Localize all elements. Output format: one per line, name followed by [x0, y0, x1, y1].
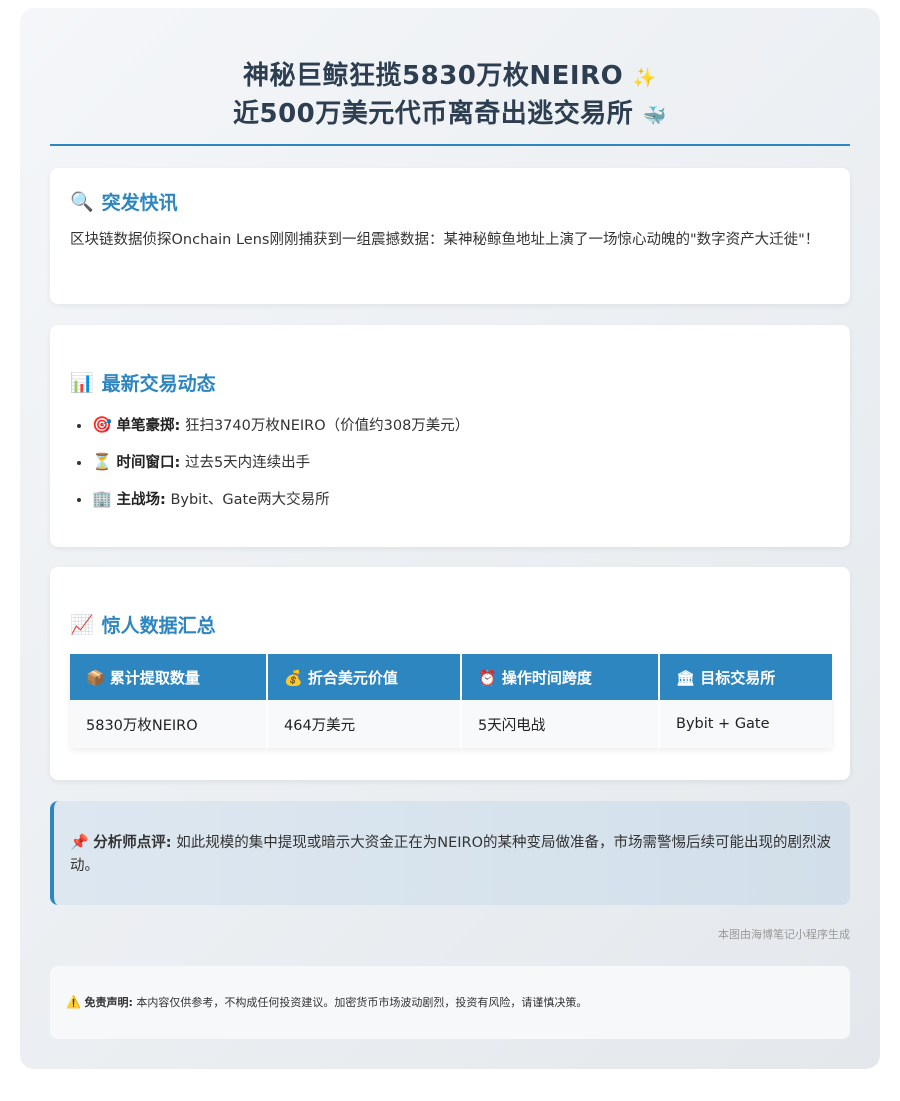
summary-table: 📦 累计提取数量 💰 折合美元价值 ⏰ 操作时间跨度 🏛 目标交易所 5830万… — [70, 654, 832, 748]
trend-up-icon: 📈 — [70, 614, 94, 636]
analyst-text: 如此规模的集中提现或暗示大资金正在为NEIRO的某种变局做准备，市场需警惕后续可… — [70, 835, 831, 874]
breaking-news-heading: 🔍 突发快讯 — [70, 191, 178, 214]
table-cell: Bybit + Gate — [659, 700, 832, 748]
analyst-comment: 📌 分析师点评: 如此规模的集中提现或暗示大资金正在为NEIRO的某种变局做准备… — [50, 801, 850, 905]
data-summary-heading: 📈 惊人数据汇总 — [70, 614, 216, 637]
column-header: 🏛 目标交易所 — [659, 654, 832, 700]
table-cell: 5天闪电战 — [461, 700, 660, 748]
warning-icon: ⚠️ — [66, 995, 81, 1009]
package-icon: 📦 — [86, 668, 105, 687]
list-item: 🏢 主战场: Bybit、Gate两大交易所 — [92, 488, 830, 511]
activity-list: 🎯 单笔豪掷: 狂扫3740万枚NEIRO（价值约308万美元） ⏳ 时间窗口:… — [70, 414, 830, 511]
sparkles-icon: ✨ — [632, 67, 657, 89]
disclaimer-text: 本内容仅供参考，不构成任何投资建议。加密货币市场波动剧烈，投资有风险，请谨慎决策… — [136, 996, 588, 1009]
list-item: 🎯 单笔豪掷: 狂扫3740万枚NEIRO（价值约308万美元） — [92, 414, 830, 437]
list-item: ⏳ 时间窗口: 过去5天内连续出手 — [92, 451, 830, 474]
page-title: 神秘巨鲸狂揽5830万枚NEIRO ✨ 近500万美元代币离奇出逃交易所 🐳 — [50, 58, 850, 146]
table-cell: 464万美元 — [267, 700, 462, 748]
disclaimer: ⚠️ 免责声明: 本内容仅供参考，不构成任何投资建议。加密货币市场波动剧烈，投资… — [50, 966, 850, 1039]
table-row: 5830万枚NEIRO 464万美元 5天闪电战 Bybit + Gate — [70, 700, 832, 748]
latest-activity-heading: 📊 最新交易动态 — [70, 372, 216, 395]
source-note: 本图由海博笔记小程序生成 — [718, 928, 850, 941]
magnifier-icon: 🔍 — [70, 191, 94, 213]
title-line-2: 近500万美元代币离奇出逃交易所 🐳 — [50, 96, 850, 134]
whale-icon: 🐳 — [642, 105, 667, 127]
analyst-label: 分析师点评: — [93, 835, 172, 851]
bar-chart-icon: 📊 — [70, 372, 94, 394]
column-header: 📦 累计提取数量 — [70, 654, 268, 700]
office-building-icon: 🏢 — [92, 489, 112, 508]
target-icon: 🎯 — [92, 415, 112, 434]
pushpin-icon: 📌 — [70, 833, 89, 851]
table-cell: 5830万枚NEIRO — [70, 700, 268, 748]
data-summary-card: 📈 惊人数据汇总 📦 累计提取数量 💰 折合美元价值 ⏰ 操作时间跨度 🏛 目标… — [50, 567, 850, 780]
money-bag-icon: 💰 — [284, 668, 303, 687]
breaking-news-card: 🔍 突发快讯 区块链数据侦探Onchain Lens刚刚捕获到一组震撼数据：某神… — [50, 168, 850, 304]
column-header: 💰 折合美元价值 — [267, 654, 462, 700]
disclaimer-label: 免责声明: — [84, 996, 133, 1009]
alarm-clock-icon: ⏰ — [478, 668, 497, 687]
poster: 神秘巨鲸狂揽5830万枚NEIRO ✨ 近500万美元代币离奇出逃交易所 🐳 🔍… — [20, 8, 880, 1069]
latest-activity-card: 📊 最新交易动态 🎯 单笔豪掷: 狂扫3740万枚NEIRO（价值约308万美元… — [50, 325, 850, 547]
hourglass-icon: ⏳ — [92, 452, 112, 471]
bank-icon: 🏛 — [676, 668, 696, 687]
table-header-row: 📦 累计提取数量 💰 折合美元价值 ⏰ 操作时间跨度 🏛 目标交易所 — [70, 654, 832, 700]
column-header: ⏰ 操作时间跨度 — [461, 654, 660, 700]
breaking-news-text: 区块链数据侦探Onchain Lens刚刚捕获到一组震撼数据：某神秘鲸鱼地址上演… — [70, 232, 820, 248]
title-line-1: 神秘巨鲸狂揽5830万枚NEIRO ✨ — [50, 58, 850, 96]
